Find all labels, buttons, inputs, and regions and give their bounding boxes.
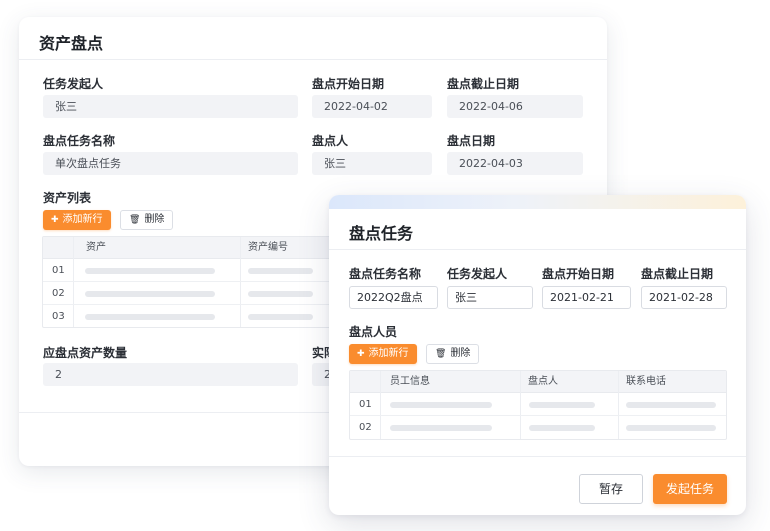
placeholder-bar <box>529 425 595 431</box>
expected-count-label: 应盘点资产数量 <box>43 346 128 360</box>
placeholder-bar <box>248 291 313 297</box>
end-date-label: 盘点截止日期 <box>641 267 714 281</box>
task-name-field[interactable]: 单次盘点任务 <box>43 152 298 175</box>
plus-icon: ✚ <box>357 349 365 359</box>
column-header-asset-number: 资产编号 <box>248 242 288 253</box>
asset-table: 资产 资产编号 01 02 03 <box>42 236 342 328</box>
add-row-button[interactable]: ✚ 添加新行 <box>349 344 417 364</box>
placeholder-bar <box>529 402 595 408</box>
row-index: 03 <box>52 311 65 322</box>
title-divider <box>329 249 746 250</box>
initiator-input[interactable]: 张三 <box>447 286 533 309</box>
count-date-field[interactable]: 2022-04-03 <box>447 152 583 175</box>
asset-table-header: 资产 资产编号 <box>43 237 341 259</box>
task-name-label: 盘点任务名称 <box>349 267 422 281</box>
table-row[interactable]: 03 <box>43 306 341 327</box>
placeholder-bar <box>85 268 215 274</box>
placeholder-bar <box>248 268 313 274</box>
row-index: 02 <box>359 422 372 433</box>
start-date-label: 盘点开始日期 <box>542 267 615 281</box>
count-date-label: 盘点日期 <box>447 134 496 148</box>
inventory-task-dialog: 盘点任务 盘点任务名称 任务发起人 盘点开始日期 盘点截止日期 2022Q2盘点… <box>329 195 746 515</box>
start-date-label: 盘点开始日期 <box>312 77 385 91</box>
trash-icon: 🗑 <box>435 349 447 359</box>
expected-count-field[interactable]: 2 <box>43 363 298 386</box>
counter-label: 盘点人 <box>312 134 349 148</box>
trash-icon: 🗑 <box>129 215 141 225</box>
table-row[interactable]: 02 <box>350 417 726 439</box>
placeholder-bar <box>85 291 215 297</box>
initiator-field[interactable]: 张三 <box>43 95 298 118</box>
delete-row-button[interactable]: 🗑 删除 <box>120 210 174 230</box>
footer-divider <box>329 456 746 457</box>
asset-inventory-title: 资产盘点 <box>39 34 104 53</box>
submit-task-button[interactable]: 发起任务 <box>653 474 727 504</box>
delete-row-button-label: 删除 <box>450 348 471 359</box>
delete-row-button-label: 删除 <box>144 214 165 225</box>
start-date-input[interactable]: 2021-02-21 <box>542 286 631 309</box>
initiator-label: 任务发起人 <box>447 267 508 281</box>
table-row[interactable]: 01 <box>43 260 341 282</box>
placeholder-bar <box>626 425 716 431</box>
header-gradient <box>329 195 746 209</box>
staff-table: 员工信息 盘点人 联系电话 01 02 <box>349 370 727 440</box>
task-name-label: 盘点任务名称 <box>43 134 116 148</box>
inventory-task-title: 盘点任务 <box>349 224 414 243</box>
placeholder-bar <box>390 425 492 431</box>
table-row[interactable]: 02 <box>43 283 341 305</box>
counter-field[interactable]: 张三 <box>312 152 432 175</box>
placeholder-bar <box>626 402 716 408</box>
column-header-counter: 盘点人 <box>528 376 558 387</box>
column-header-phone: 联系电话 <box>626 376 666 387</box>
row-index: 02 <box>52 288 65 299</box>
start-date-field[interactable]: 2022-04-02 <box>312 95 432 118</box>
column-header-employee-info: 员工信息 <box>390 376 430 387</box>
asset-list-label: 资产列表 <box>43 191 92 205</box>
column-header-asset: 资产 <box>86 242 106 253</box>
save-draft-button[interactable]: 暂存 <box>579 474 643 504</box>
delete-row-button[interactable]: 🗑 删除 <box>426 344 480 364</box>
row-index: 01 <box>359 399 372 410</box>
placeholder-bar <box>248 314 313 320</box>
task-name-input[interactable]: 2022Q2盘点 <box>349 286 438 309</box>
add-row-button-label: 添加新行 <box>62 214 103 225</box>
end-date-input[interactable]: 2021-02-28 <box>641 286 727 309</box>
plus-icon: ✚ <box>51 215 59 225</box>
row-index: 01 <box>52 265 65 276</box>
add-row-button-label: 添加新行 <box>368 348 409 359</box>
end-date-label: 盘点截止日期 <box>447 77 520 91</box>
add-row-button[interactable]: ✚ 添加新行 <box>43 210 111 230</box>
placeholder-bar <box>390 402 492 408</box>
table-row[interactable]: 01 <box>350 394 726 416</box>
end-date-field[interactable]: 2022-04-06 <box>447 95 583 118</box>
placeholder-bar <box>85 314 215 320</box>
initiator-label: 任务发起人 <box>43 77 104 91</box>
staff-label: 盘点人员 <box>349 325 398 339</box>
staff-table-header: 员工信息 盘点人 联系电话 <box>350 371 726 393</box>
title-divider <box>19 59 607 60</box>
